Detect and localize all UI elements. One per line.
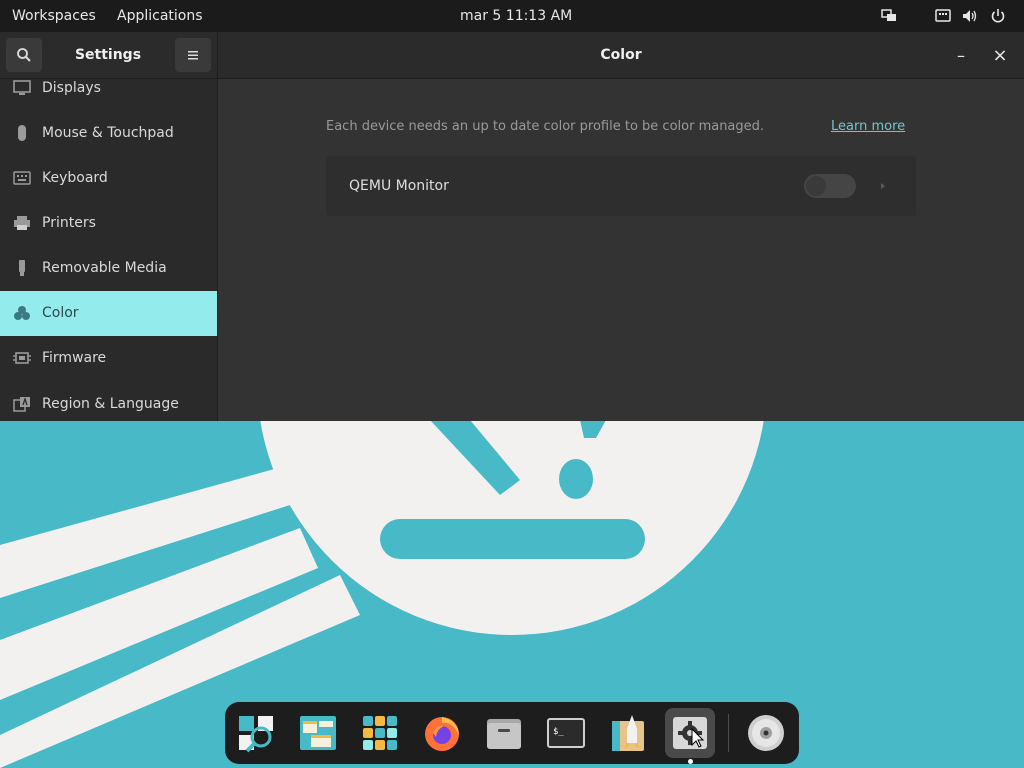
top-panel: Workspaces Applications mar 5 11:13 AM <box>0 0 1024 32</box>
close-button[interactable]: × <box>986 42 1014 70</box>
sidebar-item-displays[interactable]: Displays <box>0 79 217 111</box>
learn-more-link[interactable]: Learn more <box>831 119 905 134</box>
sidebar-item-label: Removable Media <box>42 260 167 276</box>
sidebar-item-printers[interactable]: Printers <box>0 201 217 246</box>
sidebar-item-label: Region & Language <box>42 396 179 412</box>
sidebar-item-mouse-touchpad[interactable]: Mouse & Touchpad <box>0 111 217 156</box>
sidebar-item-label: Color <box>42 305 79 321</box>
firefox-app[interactable] <box>417 708 467 758</box>
language-icon <box>13 396 30 412</box>
sidebar-item-label: Firmware <box>42 350 107 366</box>
printer-icon <box>14 216 30 230</box>
volume-icon[interactable] <box>962 8 978 24</box>
sidebar-item-label: Printers <box>42 215 96 231</box>
sidebar-header: Settings <box>0 32 218 79</box>
workspaces-icon <box>300 716 336 750</box>
display-icon[interactable] <box>881 8 897 24</box>
mouse-icon <box>18 125 26 141</box>
usb-icon <box>19 260 25 276</box>
dock-separator <box>728 714 729 752</box>
app-library-icon <box>363 716 397 750</box>
menu-button[interactable] <box>175 38 211 72</box>
device-name: QEMU Monitor <box>349 178 449 194</box>
minimize-button[interactable]: – <box>947 42 975 70</box>
disc-icon <box>748 715 784 751</box>
workspaces-button[interactable]: Workspaces <box>12 0 96 32</box>
device-color-toggle[interactable] <box>804 174 856 198</box>
popshop-app[interactable] <box>603 708 653 758</box>
sidebar-item-label: Keyboard <box>42 170 108 186</box>
svg-text:$_: $_ <box>553 727 564 737</box>
chip-icon <box>13 352 31 364</box>
settings-icon <box>673 717 707 749</box>
toggle-knob <box>806 176 826 196</box>
workspaces-app[interactable] <box>293 708 343 758</box>
firefox-icon <box>425 717 459 751</box>
terminal-app[interactable]: $_ <box>541 708 591 758</box>
display-icon <box>13 80 31 95</box>
sidebar-item-label: Mouse & Touchpad <box>42 125 174 141</box>
applications-button[interactable]: Applications <box>117 0 203 32</box>
color-page: Each device needs an up to date color pr… <box>218 79 1024 421</box>
terminal-icon: $_ <box>547 718 585 748</box>
popshop-icon <box>612 715 644 751</box>
disc-app[interactable] <box>741 708 791 758</box>
keyboard-layout-icon[interactable] <box>935 8 951 24</box>
settings-window: Settings Color – × Displays Mouse & Touc… <box>0 32 1024 421</box>
files-app[interactable] <box>479 708 529 758</box>
search-launcher[interactable] <box>231 708 281 758</box>
sidebar-item-keyboard[interactable]: Keyboard <box>0 156 217 201</box>
files-icon <box>487 719 521 749</box>
page-title: Color <box>600 47 642 63</box>
hamburger-menu-icon <box>188 51 198 60</box>
chevron-right-icon[interactable] <box>878 178 888 194</box>
device-row[interactable]: QEMU Monitor <box>326 156 916 216</box>
color-icon <box>14 306 30 320</box>
running-indicator <box>688 759 693 764</box>
sidebar-item-removable-media[interactable]: Removable Media <box>0 246 217 291</box>
sidebar-item-label: Displays <box>42 80 101 96</box>
sidebar-item-firmware[interactable]: Firmware <box>0 336 217 381</box>
app-library[interactable] <box>355 708 405 758</box>
sidebar-title: Settings <box>74 47 142 63</box>
header-bar: Settings Color – × <box>0 32 1024 79</box>
sidebar-item-region-language[interactable]: Region & Language <box>0 382 217 421</box>
sidebar-item-color[interactable]: Color <box>0 291 217 336</box>
search-icon <box>17 48 31 62</box>
settings-app[interactable] <box>665 708 715 758</box>
dock: $_ <box>225 702 799 764</box>
search-button[interactable] <box>6 38 42 72</box>
color-description: Each device needs an up to date color pr… <box>326 119 765 134</box>
clock[interactable]: mar 5 11:13 AM <box>460 0 572 32</box>
search-launcher-icon <box>239 716 273 753</box>
power-icon[interactable] <box>990 8 1006 24</box>
keyboard-icon <box>13 171 31 185</box>
settings-sidebar: Displays Mouse & Touchpad Keyboard Print… <box>0 79 218 421</box>
